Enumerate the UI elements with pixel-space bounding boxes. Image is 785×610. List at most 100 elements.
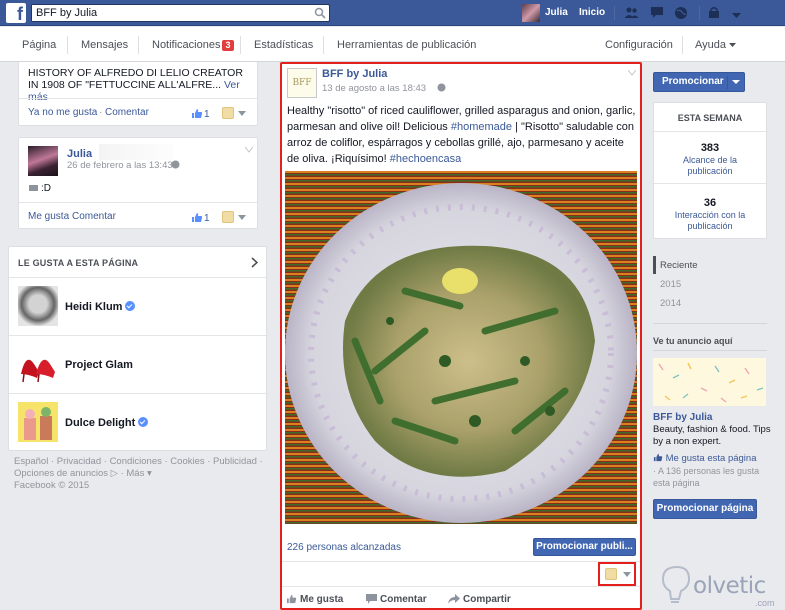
ad-likes-count: · A 136 personas les gusta esta página [653, 466, 760, 488]
promote-post-button[interactable]: Promocionar publi... [533, 538, 636, 556]
post-text: Healthy "risotto" of riced cauliflower, … [287, 103, 637, 167]
divider [682, 36, 683, 54]
unlike-link[interactable]: Ya no me gusta [28, 107, 97, 118]
comment-button[interactable]: Comentar [366, 594, 427, 605]
promote-page-button[interactable]: Promocionar página [653, 499, 757, 519]
post-body: :D [41, 183, 51, 194]
ad-cover-image[interactable] [653, 358, 766, 406]
timeline-item-2015[interactable]: 2015 [660, 279, 681, 290]
page-post-card: HISTORY OF ALFREDO DI LELIO CREATOR IN 1… [18, 62, 258, 126]
ad-page-name-link[interactable]: BFF by Julia [653, 412, 712, 423]
post-author-link[interactable]: BFF by Julia [322, 68, 387, 80]
ad-like-page-link[interactable]: Me gusta esta página [653, 453, 756, 464]
tab-notificaciones[interactable]: Notificaciones 3 [152, 39, 234, 51]
seen-by-icon[interactable] [222, 107, 234, 119]
ad-page-description: Beauty, fashion & food. Tips by a non ex… [653, 424, 771, 447]
like-thumb-icon [653, 453, 663, 462]
seen-by-menu[interactable] [598, 562, 636, 586]
engagement-label-link[interactable]: Interacción con la publicación [662, 210, 758, 232]
page-logo[interactable]: BFF [287, 68, 317, 98]
post-author-link[interactable]: Julia [67, 148, 92, 160]
share-arrow-icon [448, 594, 460, 604]
reach-label-link[interactable]: Alcance de la publicación [662, 155, 758, 177]
timeline-item-2014[interactable]: 2014 [660, 298, 681, 309]
like-button-label: Me gusta [300, 594, 344, 605]
help-menu[interactable]: Ayuda [695, 39, 737, 51]
liked-page-item[interactable]: Heidi Klum [9, 277, 266, 335]
friend-requests-icon[interactable] [624, 6, 639, 20]
tab-herramientas-de-publicacion[interactable]: Herramientas de publicación [337, 39, 476, 51]
chevron-down-icon[interactable] [245, 147, 253, 153]
watermark-suffix: .com [755, 598, 775, 608]
post-text-content: HISTORY OF ALFREDO DI LELIO CREATOR IN 1… [28, 67, 243, 91]
verified-badge-icon [125, 301, 136, 311]
divider [282, 586, 640, 587]
separator: · [66, 211, 70, 222]
page-navigation: Página Mensajes Notificaciones 3 Estadíst… [0, 27, 785, 62]
liked-page-name[interactable]: Heidi Klum [65, 301, 136, 313]
divider [19, 202, 257, 203]
comment-link[interactable]: Comentar [72, 211, 116, 222]
chevron-down-icon [732, 80, 740, 84]
verified-badge-icon [138, 417, 149, 427]
like-thumb-icon [192, 213, 203, 222]
tab-mensajes[interactable]: Mensajes [81, 39, 128, 51]
user-name-link[interactable]: Julia [545, 7, 568, 18]
comment-link[interactable]: Comentar [105, 107, 149, 118]
help-label: Ayuda [695, 39, 726, 51]
home-link[interactable]: Inicio [579, 7, 605, 18]
separator: · [99, 107, 103, 118]
like-count: 1 [204, 109, 210, 120]
page-avatar-shoes-icon [18, 344, 58, 384]
promote-menu-button[interactable]: Promocionar [653, 72, 745, 92]
search-box[interactable] [31, 4, 330, 22]
liked-page-item[interactable]: Project Glam [9, 335, 266, 393]
share-button[interactable]: Compartir [448, 594, 511, 605]
search-input[interactable] [32, 5, 302, 21]
like-button[interactable]: Me gusta [286, 594, 343, 605]
facebook-logo-icon[interactable]: f [6, 3, 26, 23]
tab-notificaciones-label: Notificaciones [152, 39, 221, 51]
liked-page-name[interactable]: Project Glam [65, 359, 133, 371]
tab-estadisticas[interactable]: Estadísticas [254, 39, 313, 51]
globe-icon [171, 160, 180, 169]
liked-page-item[interactable]: Dulce Delight [9, 393, 266, 451]
hashtag-link[interactable]: #homemade [451, 121, 512, 133]
chevron-down-icon[interactable] [628, 70, 636, 76]
globe-icon [437, 83, 446, 92]
seen-by-icon[interactable] [222, 211, 234, 223]
reach-link[interactable]: 226 personas alcanzadas [287, 542, 401, 553]
search-icon[interactable] [314, 7, 326, 19]
comment-button-label: Comentar [380, 594, 427, 605]
main-post-card: BFF BFF by Julia 13 de agosto a las 18:4… [280, 62, 642, 610]
notifications-globe-icon[interactable] [674, 6, 689, 20]
footer-line[interactable]: Español · Privacidad · Condiciones · Coo… [14, 456, 264, 468]
divider [282, 561, 640, 562]
account-menu-chevron-down-icon[interactable] [729, 9, 744, 23]
ad-preview-heading: Ve tu anuncio aquí [653, 336, 733, 346]
post-timestamp[interactable]: 26 de febrero a las 13:43 [67, 160, 173, 171]
top-bar: f Julia Inicio [0, 0, 785, 26]
tab-pagina[interactable]: Página [22, 39, 56, 51]
timeline-active-indicator [653, 256, 656, 274]
chevron-right-icon[interactable] [251, 257, 258, 268]
chevron-down-icon[interactable] [238, 111, 246, 117]
footer-line[interactable]: Opciones de anuncios ▷ · Más ▾ [14, 468, 264, 480]
liked-page-name[interactable]: Dulce Delight [65, 417, 149, 429]
liked-pages-card: LE GUSTA A ESTA PÁGINA Heidi Klum Projec… [8, 246, 267, 451]
hashtag-link[interactable]: #hechoencasa [390, 153, 462, 165]
tab-configuracion[interactable]: Configuración [605, 39, 673, 51]
reach-count: 383 [700, 142, 720, 154]
post-timestamp[interactable]: 13 de agosto a las 18:43 [322, 83, 426, 94]
user-avatar[interactable] [522, 4, 540, 22]
privacy-shortcuts-icon[interactable] [707, 6, 722, 20]
divider [614, 6, 615, 20]
like-link[interactable]: Me gusta [28, 211, 69, 222]
blurred-name [99, 144, 174, 160]
chevron-down-icon[interactable] [238, 215, 246, 221]
messages-icon[interactable] [650, 6, 665, 20]
post-photo[interactable] [285, 171, 637, 524]
divider [727, 76, 728, 89]
timeline-item-recent[interactable]: Reciente [660, 260, 698, 271]
author-avatar[interactable] [28, 146, 58, 176]
